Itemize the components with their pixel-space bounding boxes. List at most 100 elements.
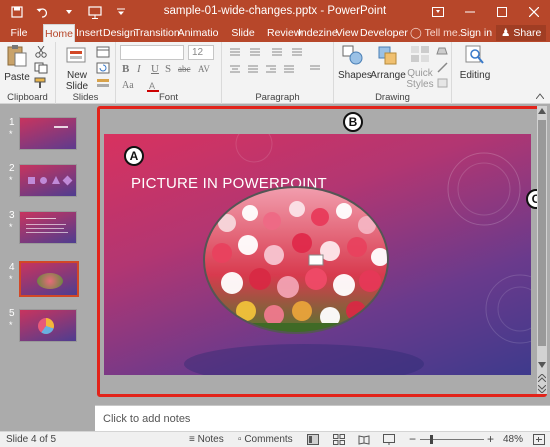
shapes-button[interactable]: Shapes: [338, 44, 372, 81]
paragraph-formatting-icons[interactable]: [228, 46, 328, 94]
close-button[interactable]: [518, 0, 550, 24]
format-painter-icon[interactable]: [34, 77, 48, 89]
maximize-button[interactable]: [486, 0, 518, 24]
tab-transition[interactable]: Transition: [134, 24, 180, 42]
thumb-number-4: 4: [9, 262, 15, 273]
tab-animations[interactable]: Animatio: [177, 24, 219, 42]
zoom-out-button[interactable]: −: [409, 432, 416, 446]
thumb-number-5: 5: [9, 308, 15, 319]
editing-button[interactable]: Editing: [456, 44, 494, 81]
shapes-icon: [342, 45, 363, 65]
fit-to-window-icon[interactable]: [533, 434, 545, 445]
copy-icon[interactable]: [34, 62, 48, 74]
shadow-button[interactable]: S: [165, 63, 171, 75]
cut-icon[interactable]: [34, 46, 48, 58]
ribbon-display-options-button[interactable]: [422, 0, 454, 24]
quick-access-toolbar: [6, 3, 132, 21]
scroll-up-icon[interactable]: [538, 108, 546, 114]
thumb-star-4: *: [9, 274, 13, 284]
new-slide-button[interactable]: New Slide: [62, 44, 92, 92]
slide-show-icon[interactable]: [383, 434, 395, 445]
reading-view-icon[interactable]: [358, 434, 370, 445]
scroll-down-icon[interactable]: [538, 362, 546, 368]
start-from-beginning-button[interactable]: [84, 3, 106, 21]
comments-toggle[interactable]: ▫ Comments: [238, 434, 293, 445]
save-icon: [11, 6, 23, 18]
status-bar: Slide 4 of 5 ≡ Notes ▫ Comments − + 48%: [0, 431, 550, 447]
font-color-icon[interactable]: A: [146, 80, 160, 92]
ribbon-options-icon: [432, 7, 444, 17]
callout-a: A: [124, 146, 144, 166]
thumb-number-3: 3: [9, 210, 15, 221]
close-icon: [529, 7, 539, 17]
tab-file[interactable]: File: [6, 24, 32, 42]
notes-toggle[interactable]: ≡ Notes: [189, 434, 224, 445]
tab-review[interactable]: Review: [267, 24, 301, 42]
vertical-scrollbar[interactable]: [537, 106, 547, 394]
tab-insert[interactable]: Insert: [76, 24, 102, 42]
slide-indicator: Slide 4 of 5: [6, 434, 57, 445]
quick-styles-label-2: Styles: [406, 79, 434, 90]
layout-icon[interactable]: [96, 46, 110, 58]
slide-thumbnail-1[interactable]: [19, 117, 77, 150]
collapse-ribbon-icon[interactable]: [536, 93, 544, 99]
slide-thumbnail-5[interactable]: [19, 309, 77, 342]
font-group-label: Font: [158, 92, 178, 103]
share-label: Share: [513, 27, 542, 39]
font-name-box[interactable]: [120, 45, 184, 60]
tell-me-search[interactable]: ◯ Tell me...: [410, 24, 467, 42]
slide-thumbnail-3[interactable]: [19, 211, 77, 244]
zoom-level[interactable]: 48%: [503, 434, 523, 445]
bold-button[interactable]: B: [122, 63, 129, 75]
tab-view[interactable]: View: [335, 24, 359, 42]
slides-group-label: Slides: [72, 92, 99, 103]
zoom-slider-thumb[interactable]: [430, 435, 433, 444]
thumb-star-1: *: [9, 129, 13, 139]
undo-icon: [36, 8, 48, 18]
share-button[interactable]: ♟ Share: [496, 25, 547, 41]
slide-thumbnail-2[interactable]: [19, 164, 77, 197]
tab-slide-show[interactable]: Slide Shov: [220, 24, 266, 57]
editing-area-highlight-frame: [97, 106, 547, 397]
font-size-box[interactable]: 12: [188, 45, 214, 60]
shape-effects-icon[interactable]: [436, 77, 450, 89]
tab-indezine[interactable]: Indezine: [298, 24, 338, 42]
slides-group: New Slide Slides: [56, 42, 116, 104]
next-slide-icon[interactable]: [538, 385, 546, 393]
paste-button[interactable]: Paste: [4, 44, 30, 83]
shape-fill-icon[interactable]: [436, 46, 450, 58]
tab-home[interactable]: Home: [43, 24, 75, 42]
slide-thumbnail-4[interactable]: [19, 261, 79, 297]
slide-thumbnails-pane: 1 * 2 * 3 * 4 * 5 *: [0, 105, 88, 430]
svg-text:A: A: [149, 81, 155, 91]
sign-in-link[interactable]: Sign in: [460, 24, 492, 42]
minimize-button[interactable]: [454, 0, 486, 24]
save-button[interactable]: [6, 3, 28, 21]
arrange-button[interactable]: Arrange: [370, 44, 406, 81]
change-case-button[interactable]: Aa: [122, 80, 134, 91]
slide-sorter-icon[interactable]: [333, 434, 345, 445]
comment-icon: ▫: [238, 434, 242, 445]
zoom-in-button[interactable]: +: [487, 432, 494, 446]
notes-pane[interactable]: Click to add notes: [95, 405, 550, 431]
undo-dropdown[interactable]: [58, 3, 80, 21]
character-spacing-button[interactable]: AV: [198, 64, 210, 74]
italic-button[interactable]: I: [137, 63, 141, 75]
section-icon[interactable]: [96, 77, 110, 89]
quick-styles-button[interactable]: Quick Styles: [406, 44, 434, 90]
shape-outline-icon[interactable]: [436, 62, 450, 74]
customize-qat-button[interactable]: [110, 3, 132, 21]
notes-placeholder[interactable]: Click to add notes: [103, 413, 190, 425]
customize-icon: [117, 8, 125, 15]
reset-icon[interactable]: [96, 62, 110, 74]
scrollbar-thumb[interactable]: [538, 120, 546, 346]
tab-design[interactable]: Design: [103, 24, 136, 42]
normal-view-icon[interactable]: [307, 434, 319, 445]
previous-slide-icon[interactable]: [538, 374, 546, 382]
strikethrough-button[interactable]: abc: [178, 64, 191, 74]
ribbon-tabs: File Home Insert Design Transition Anima…: [0, 24, 550, 57]
underline-button[interactable]: U: [151, 63, 159, 75]
undo-button[interactable]: [32, 3, 54, 21]
tab-developer[interactable]: Developer: [360, 24, 408, 42]
thumb-star-3: *: [9, 222, 13, 232]
